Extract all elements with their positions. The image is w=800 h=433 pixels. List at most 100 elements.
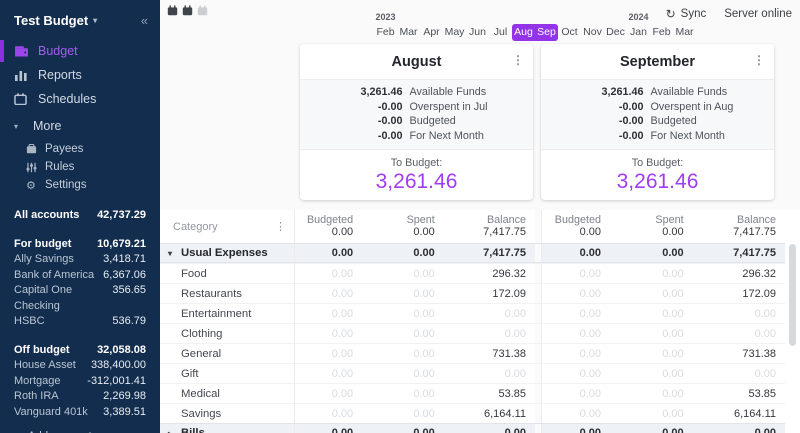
budgeted-cell[interactable]: 0.00 <box>295 284 362 303</box>
account-group-header[interactable]: For budget 10,679.21 <box>14 237 146 253</box>
column-header-budgeted[interactable]: Budgeted 0.00 <box>295 210 362 243</box>
budget-title-dropdown[interactable]: Test Budget <box>14 13 88 28</box>
category-cell[interactable]: ▸ Bills <box>160 424 294 433</box>
category-cell[interactable]: Restaurants <box>160 284 294 303</box>
budgeted-cell[interactable]: 0.00 <box>295 364 362 383</box>
month-cell[interactable]: Mar <box>673 24 696 41</box>
spent-cell[interactable]: 0.00 <box>362 344 444 363</box>
spent-cell[interactable]: 0.00 <box>362 324 444 343</box>
account-row[interactable]: Capital One Checking 356.65 <box>14 283 146 314</box>
balance-cell[interactable]: 296.32 <box>693 264 785 283</box>
spent-cell[interactable]: 0.00 <box>362 244 444 262</box>
budgeted-cell[interactable]: 0.00 <box>542 324 610 343</box>
spent-cell[interactable]: 0.00 <box>362 264 444 283</box>
balance-cell[interactable]: 0.00 <box>444 324 535 343</box>
balance-cell[interactable]: 0.00 <box>444 424 535 433</box>
budgeted-cell[interactable]: 0.00 <box>542 304 610 323</box>
balance-cell[interactable]: 0.00 <box>693 324 785 343</box>
calendar-three-months-icon[interactable] <box>197 5 208 16</box>
budgeted-cell[interactable]: 0.00 <box>542 364 610 383</box>
budgeted-cell[interactable]: 0.00 <box>542 404 610 423</box>
balance-cell[interactable]: 0.00 <box>693 304 785 323</box>
category-cell[interactable]: General <box>160 344 294 363</box>
account-group-header[interactable]: Off budget 32,058.08 <box>14 343 146 359</box>
spent-cell[interactable]: 0.00 <box>610 284 693 303</box>
sidebar-item-payees[interactable]: Payees <box>0 140 160 158</box>
card-menu-icon[interactable]: ⋮ <box>753 53 765 67</box>
budgeted-cell[interactable]: 0.00 <box>295 244 362 262</box>
spent-cell[interactable]: 0.00 <box>610 424 693 433</box>
month-cell[interactable]: Feb <box>650 24 673 41</box>
column-header-spent[interactable]: Spent 0.00 <box>610 210 693 243</box>
spent-cell[interactable]: 0.00 <box>610 344 693 363</box>
budgeted-cell[interactable]: 0.00 <box>542 344 610 363</box>
category-cell[interactable]: Entertainment <box>160 304 294 323</box>
calendar-one-month-icon[interactable] <box>167 5 178 16</box>
spent-cell[interactable]: 0.00 <box>362 384 444 403</box>
scrollbar-track[interactable] <box>785 210 800 433</box>
balance-cell[interactable]: 6,164.11 <box>444 404 535 423</box>
budgeted-cell[interactable]: 0.00 <box>295 424 362 433</box>
spent-cell[interactable]: 0.00 <box>362 284 444 303</box>
card-menu-icon[interactable]: ⋮ <box>512 53 524 67</box>
budgeted-cell[interactable]: 0.00 <box>542 384 610 403</box>
account-row[interactable]: Bank of America 6,367.06 <box>14 268 146 284</box>
collapse-sidebar-button[interactable]: « <box>141 13 148 28</box>
account-row[interactable]: Ally Savings 3,418.71 <box>14 252 146 268</box>
month-cell[interactable]: 2024 Jan <box>627 24 650 41</box>
budgeted-cell[interactable]: 0.00 <box>295 384 362 403</box>
month-cell[interactable]: Sep <box>535 24 558 41</box>
balance-cell[interactable]: 53.85 <box>693 384 785 403</box>
month-cell[interactable]: Aug <box>512 24 535 41</box>
to-budget-amount[interactable]: 3,261.46 <box>376 170 458 194</box>
balance-cell[interactable]: 0.00 <box>444 364 535 383</box>
month-cell[interactable]: 2023 Feb <box>374 24 397 41</box>
balance-cell[interactable]: 7,417.75 <box>693 244 785 262</box>
category-cell[interactable]: ▾ Usual Expenses <box>160 244 294 262</box>
account-row[interactable]: House Asset 338,400.00 <box>14 358 146 374</box>
category-cell[interactable]: Savings <box>160 404 294 423</box>
column-header-balance[interactable]: Balance 7,417.75 <box>444 210 535 243</box>
budgeted-cell[interactable]: 0.00 <box>295 264 362 283</box>
add-account-button[interactable]: + Add account <box>0 420 160 433</box>
balance-cell[interactable]: 0.00 <box>444 304 535 323</box>
month-cell[interactable]: Jul <box>489 24 512 41</box>
spent-cell[interactable]: 0.00 <box>362 424 444 433</box>
spent-cell[interactable]: 0.00 <box>362 404 444 423</box>
month-cell[interactable]: Apr <box>420 24 443 41</box>
budgeted-cell[interactable]: 0.00 <box>542 284 610 303</box>
month-cell[interactable]: Mar <box>397 24 420 41</box>
category-cell[interactable]: Food <box>160 264 294 283</box>
budgeted-cell[interactable]: 0.00 <box>295 304 362 323</box>
sidebar-item-settings[interactable]: ⚙ Settings <box>0 176 160 194</box>
balance-cell[interactable]: 6,164.11 <box>693 404 785 423</box>
sidebar-item-schedules[interactable]: Schedules <box>0 87 160 111</box>
category-cell[interactable]: Gift <box>160 364 294 383</box>
balance-cell[interactable]: 296.32 <box>444 264 535 283</box>
account-row[interactable]: Vanguard 401k 3,389.51 <box>14 405 146 421</box>
spent-cell[interactable]: 0.00 <box>362 304 444 323</box>
budgeted-cell[interactable]: 0.00 <box>295 324 362 343</box>
balance-cell[interactable]: 731.38 <box>444 344 535 363</box>
server-status[interactable]: Server online <box>724 8 792 20</box>
to-budget-amount[interactable]: 3,261.46 <box>617 170 699 194</box>
category-cell[interactable]: Clothing <box>160 324 294 343</box>
sidebar-item-budget[interactable]: Budget <box>0 39 160 63</box>
budgeted-cell[interactable]: 0.00 <box>295 404 362 423</box>
budgeted-cell[interactable]: 0.00 <box>295 344 362 363</box>
sidebar-item-reports[interactable]: Reports <box>0 63 160 87</box>
scrollbar-thumb[interactable] <box>789 244 796 346</box>
spent-cell[interactable]: 0.00 <box>610 324 693 343</box>
account-row[interactable]: HSBC 536.79 <box>14 314 146 330</box>
spent-cell[interactable]: 0.00 <box>610 304 693 323</box>
balance-cell[interactable]: 7,417.75 <box>444 244 535 262</box>
balance-cell[interactable]: 172.09 <box>444 284 535 303</box>
column-header-spent[interactable]: Spent 0.00 <box>362 210 444 243</box>
spent-cell[interactable]: 0.00 <box>362 364 444 383</box>
balance-cell[interactable]: 0.00 <box>693 364 785 383</box>
calendar-two-months-icon[interactable] <box>182 5 193 16</box>
month-cell[interactable]: Nov <box>581 24 604 41</box>
budgeted-cell[interactable]: 0.00 <box>542 424 610 433</box>
table-menu-icon[interactable]: ⋮ <box>275 220 286 233</box>
sidebar-item-rules[interactable]: Rules <box>0 158 160 176</box>
